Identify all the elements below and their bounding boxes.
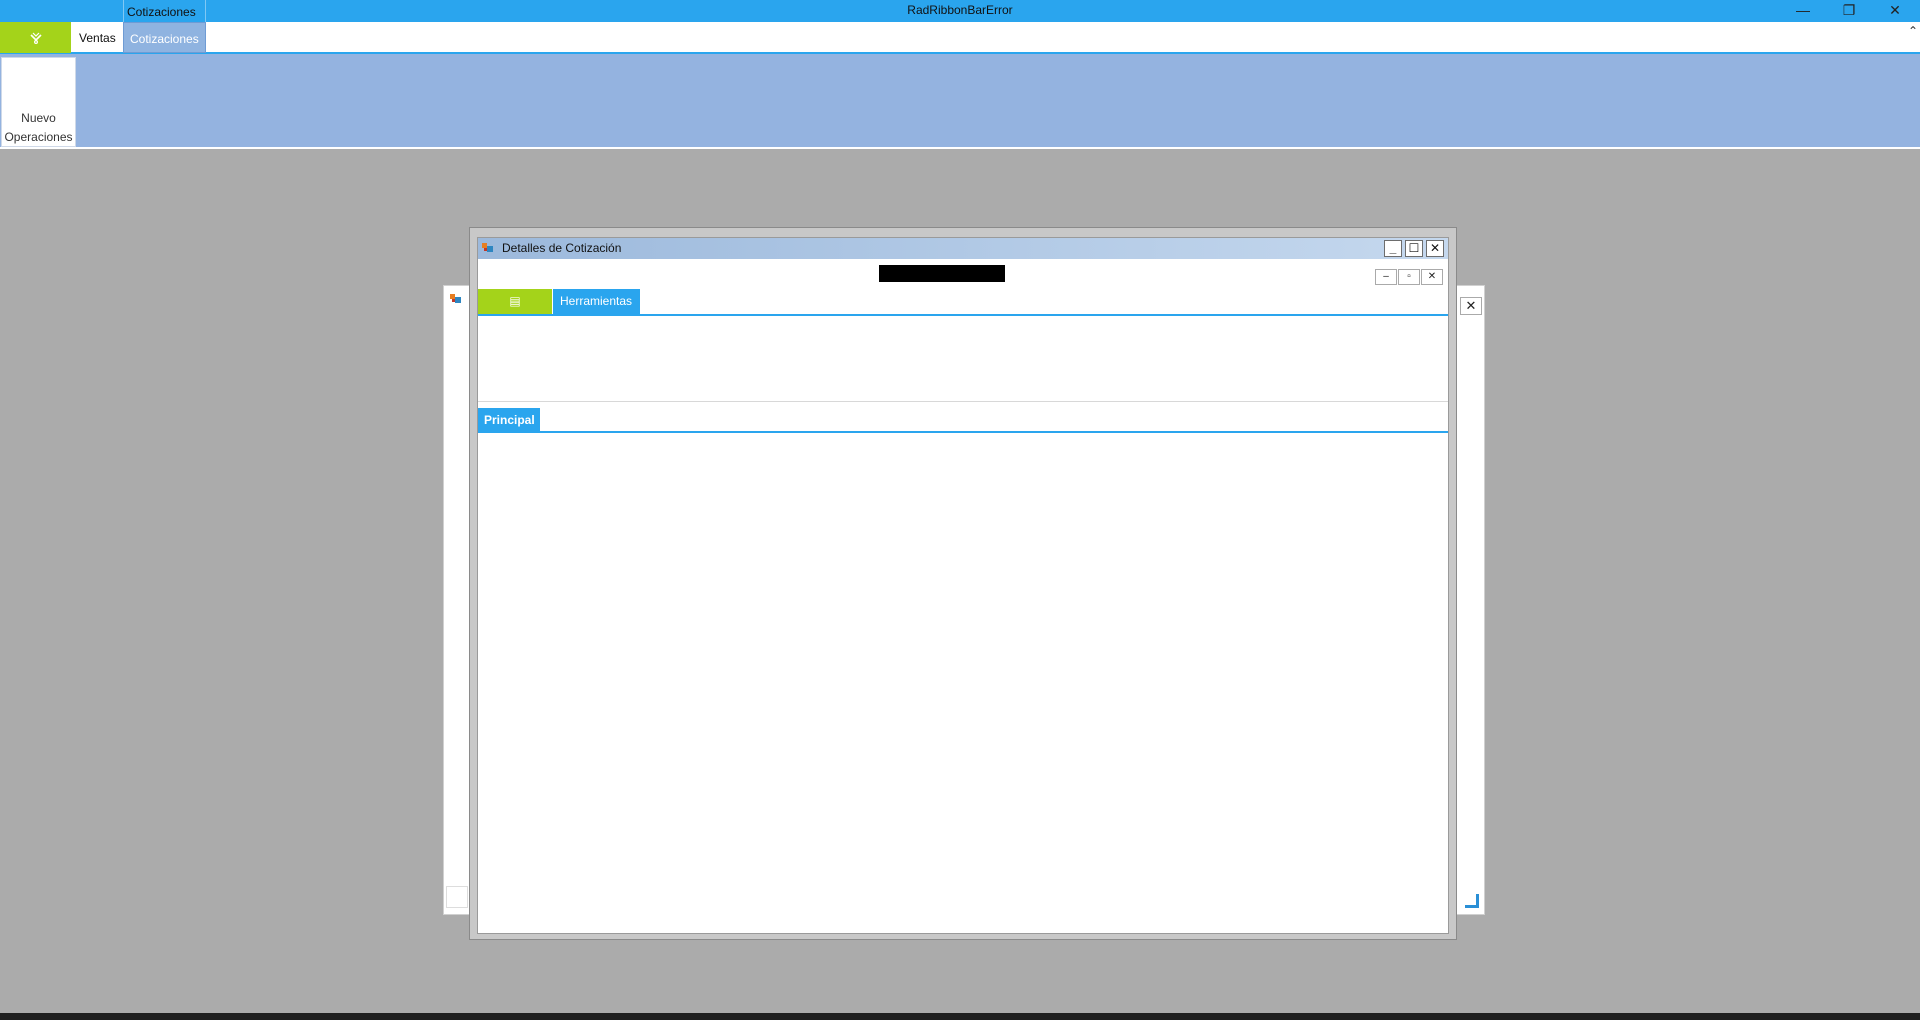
nuevo-operaciones-button[interactable]: Nuevo Operaciones: [1, 57, 76, 147]
dialog-title-bar[interactable]: Detalles de Cotización _ ☐ ✕: [478, 238, 1448, 259]
background-window-edge: [446, 886, 468, 908]
tab-principal[interactable]: Principal: [478, 408, 540, 431]
dialog-close-button[interactable]: ✕: [1426, 240, 1444, 257]
page-view-tab-strip: Principal: [478, 408, 1448, 433]
mdi-restore-button[interactable]: ▫: [1398, 269, 1420, 285]
dialog-client-area: Detalles de Cotización _ ☐ ✕ – ▫ ✕ ▤ Her…: [477, 237, 1449, 934]
button-label-line1: Nuevo: [21, 111, 56, 125]
inner-app-menu-button[interactable]: ▤: [478, 289, 552, 314]
app-title: RadRibbonBarError: [907, 3, 1013, 17]
app-menu-icon: [29, 32, 42, 45]
title-bar: RadRibbonBarError Cotizaciones — ❐ ✕: [0, 0, 1920, 22]
inner-ribbon-panel: [478, 316, 1448, 402]
button-label-line2: Operaciones: [4, 130, 73, 144]
ribbon-panel: Nuevo Operaciones: [0, 54, 1920, 149]
window-icon: [450, 292, 462, 307]
inner-ribbon-tab-strip: ▤ Herramientas: [478, 289, 1448, 316]
ribbon-tab-strip: Ventas Cotizaciones ⌃: [0, 22, 1920, 54]
redacted-block: [879, 265, 1005, 282]
taskbar-strip: [0, 1013, 1920, 1020]
ribbon-collapse-button[interactable]: ⌃: [1908, 22, 1918, 40]
resize-grip-icon[interactable]: [1465, 894, 1479, 908]
dialog-maximize-button[interactable]: ☐: [1405, 240, 1423, 257]
background-window-close-button[interactable]: ✕: [1460, 297, 1482, 315]
tab-herramientas[interactable]: Herramientas: [553, 289, 640, 314]
tab-ventas[interactable]: Ventas: [73, 22, 121, 53]
tab-cotizaciones[interactable]: Cotizaciones: [123, 22, 206, 53]
app-menu-button[interactable]: [0, 22, 71, 53]
restore-button[interactable]: ❐: [1826, 0, 1872, 22]
context-tab-header: Cotizaciones: [123, 0, 206, 22]
dialog-title: Detalles de Cotización: [502, 241, 622, 255]
page-view-content: [478, 433, 1448, 933]
app-menu-icon: ▤: [509, 294, 521, 308]
close-button[interactable]: ✕: [1872, 0, 1918, 22]
window-icon: [482, 241, 494, 256]
minimize-button[interactable]: —: [1780, 0, 1826, 22]
mdi-close-button[interactable]: ✕: [1421, 269, 1443, 285]
detalles-cotizacion-dialog: Detalles de Cotización _ ☐ ✕ – ▫ ✕ ▤ Her…: [469, 227, 1457, 940]
mdi-minimize-button[interactable]: –: [1375, 269, 1397, 285]
dialog-minimize-button[interactable]: _: [1384, 240, 1402, 257]
